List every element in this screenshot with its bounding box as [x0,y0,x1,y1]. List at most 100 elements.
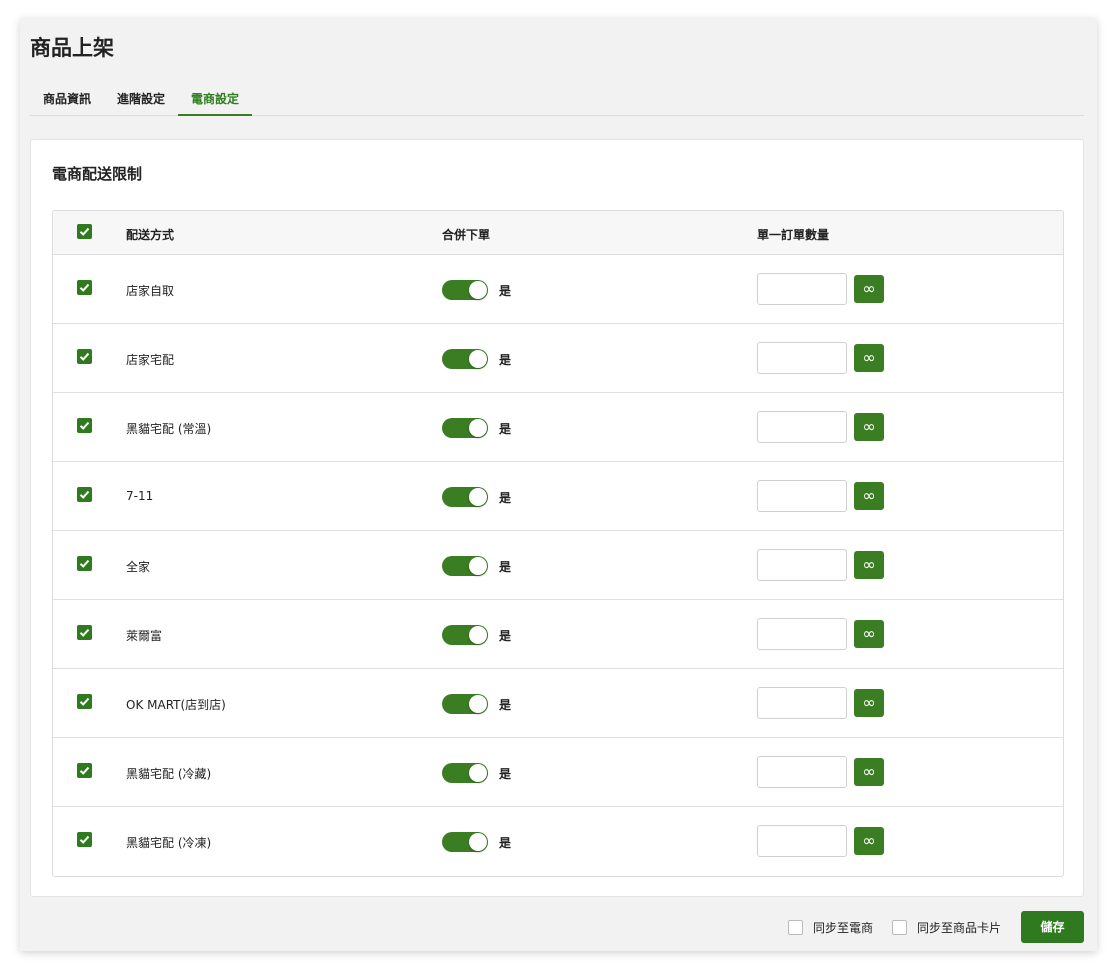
order-qty-input[interactable] [757,411,847,443]
order-qty-input[interactable] [757,342,847,374]
order-qty-input[interactable] [757,480,847,512]
merge-order-label: 是 [499,629,512,643]
toggle-knob [469,557,487,575]
check-icon [79,559,90,568]
shipping-method-name: 店家宅配 [126,353,175,367]
merge-order-toggle[interactable] [442,487,488,507]
check-icon [79,227,90,236]
table-row: 全家 是 ∞ [53,531,1063,600]
table-row: 店家自取 是 ∞ [53,255,1063,324]
toggle-knob [469,764,487,782]
merge-order-label: 是 [499,353,512,367]
shipping-method-name: 黑貓宅配 (冷藏) [126,767,212,781]
check-icon [79,628,90,637]
order-qty-input[interactable] [757,687,847,719]
toggle-knob [469,695,487,713]
check-icon [79,352,90,361]
merge-order-toggle[interactable] [442,625,488,645]
row-checkbox[interactable] [77,832,92,847]
check-icon [79,766,90,775]
table-row: 店家宅配 是 ∞ [53,324,1063,393]
row-checkbox[interactable] [77,694,92,709]
row-checkbox[interactable] [77,625,92,640]
tab-bar: 商品資訊 進階設定 電商設定 [30,86,1084,116]
header-qty: 單一訂單數量 [757,228,830,242]
merge-order-label: 是 [499,698,512,712]
row-checkbox[interactable] [77,487,92,502]
merge-order-toggle[interactable] [442,694,488,714]
merge-order-toggle[interactable] [442,349,488,369]
unlimited-button[interactable]: ∞ [854,758,884,786]
shipping-method-name: OK MART(店到店) [126,698,226,712]
sync-ecommerce-option[interactable]: 同步至電商 [788,919,873,936]
merge-order-label: 是 [499,836,512,850]
sync-ecommerce-checkbox[interactable] [788,920,803,935]
unlimited-button[interactable]: ∞ [854,689,884,717]
check-icon [79,421,90,430]
check-icon [79,835,90,844]
row-checkbox[interactable] [77,556,92,571]
product-listing-window: 商品上架 商品資訊 進階設定 電商設定 電商配送限制 配送方式 合併下單 單一訂… [20,18,1097,951]
merge-order-toggle[interactable] [442,763,488,783]
unlimited-button[interactable]: ∞ [854,482,884,510]
row-checkbox[interactable] [77,280,92,295]
page-title: 商品上架 [30,36,114,60]
shipping-method-name: 黑貓宅配 (常溫) [126,422,212,436]
table-row: 7-11 是 ∞ [53,462,1063,531]
merge-order-toggle[interactable] [442,418,488,438]
sync-card-checkbox[interactable] [892,920,907,935]
row-checkbox[interactable] [77,349,92,364]
row-checkbox[interactable] [77,418,92,433]
save-button[interactable]: 儲存 [1021,911,1084,943]
table-row: OK MART(店到店) 是 ∞ [53,669,1063,738]
unlimited-button[interactable]: ∞ [854,827,884,855]
merge-order-label: 是 [499,767,512,781]
sync-card-option[interactable]: 同步至商品卡片 [892,919,1001,936]
table-row: 萊爾富 是 ∞ [53,600,1063,669]
unlimited-button[interactable]: ∞ [854,551,884,579]
sync-card-label: 同步至商品卡片 [917,921,1002,935]
unlimited-button[interactable]: ∞ [854,275,884,303]
header-method: 配送方式 [126,228,175,242]
tab-advanced-settings[interactable]: 進階設定 [104,86,178,116]
sync-ecommerce-label: 同步至電商 [813,921,874,935]
unlimited-button[interactable]: ∞ [854,620,884,648]
unlimited-button[interactable]: ∞ [854,413,884,441]
order-qty-input[interactable] [757,273,847,305]
merge-order-label: 是 [499,560,512,574]
merge-order-toggle[interactable] [442,280,488,300]
toggle-knob [469,488,487,506]
check-icon [79,283,90,292]
header-merge: 合併下單 [442,228,491,242]
order-qty-input[interactable] [757,825,847,857]
shipping-method-name: 黑貓宅配 (冷凍) [126,836,212,850]
shipping-table: 配送方式 合併下單 單一訂單數量 店家自取是 ∞ 店家宅配是 ∞ 黑貓宅配 (常溫) 是 ∞… [52,210,1064,877]
shipping-method-name: 全家 [126,560,151,574]
tab-ecommerce-settings[interactable]: 電商設定 [178,86,253,116]
order-qty-input[interactable] [757,618,847,650]
shipping-method-name: 7-11 [126,489,154,503]
table-row: 黑貓宅配 (冷凍) 是 ∞ [53,807,1063,876]
check-icon [79,697,90,706]
shipping-limit-card: 電商配送限制 配送方式 合併下單 單一訂單數量 店家自取是 ∞ 店家宅配是 ∞ 黑貓宅配… [30,139,1084,897]
order-qty-input[interactable] [757,756,847,788]
merge-order-toggle[interactable] [442,832,488,852]
unlimited-button[interactable]: ∞ [854,344,884,372]
toggle-knob [469,833,487,851]
toggle-knob [469,419,487,437]
toggle-knob [469,350,487,368]
merge-order-label: 是 [499,422,512,436]
merge-order-toggle[interactable] [442,556,488,576]
merge-order-label: 是 [499,284,512,298]
shipping-method-name: 萊爾富 [126,629,163,643]
select-all-checkbox[interactable] [77,224,92,239]
section-title: 電商配送限制 [52,165,143,183]
row-checkbox[interactable] [77,763,92,778]
table-row: 黑貓宅配 (冷藏) 是 ∞ [53,738,1063,807]
merge-order-label: 是 [499,491,512,505]
table-body: 店家自取是 ∞ 店家宅配是 ∞ 黑貓宅配 (常溫) 是 ∞ 7-11 是 ∞ 全家是 ∞ 萊爾富是 ∞ OK… [53,255,1063,876]
toggle-knob [469,281,487,299]
toggle-knob [469,626,487,644]
tab-product-info[interactable]: 商品資訊 [30,86,104,116]
order-qty-input[interactable] [757,549,847,581]
